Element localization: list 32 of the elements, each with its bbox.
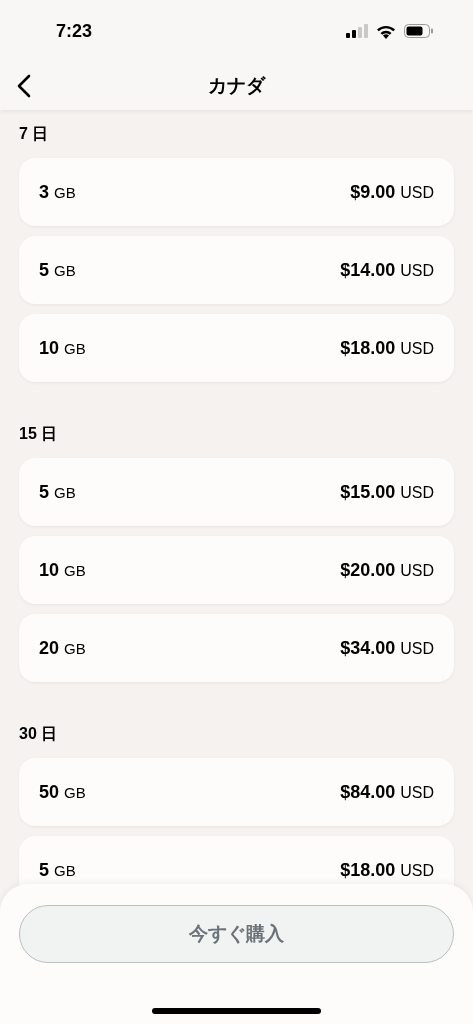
plan-price: $15.00 USD: [340, 480, 434, 504]
data-amount: 20 GB: [39, 636, 86, 660]
back-icon: [17, 74, 31, 98]
duration-label: 15 日: [19, 424, 59, 444]
battery-icon: [404, 24, 433, 38]
data-amount: 10 GB: [39, 558, 86, 582]
plan-price: $84.00 USD: [340, 780, 434, 804]
plan-card[interactable]: 20 GB $34.00 USD: [19, 614, 454, 682]
plan-card[interactable]: 3 GB $9.00 USD: [19, 158, 454, 226]
data-amount: 50 GB: [39, 780, 86, 804]
page-title: カナダ: [208, 73, 265, 98]
plan-price: $18.00 USD: [340, 858, 434, 882]
data-amount: 3 GB: [39, 180, 76, 204]
plan-card[interactable]: 10 GB $18.00 USD: [19, 314, 454, 382]
data-amount: 5 GB: [39, 480, 76, 504]
plan-card[interactable]: 5 GB $14.00 USD: [19, 236, 454, 304]
data-amount: 5 GB: [39, 858, 76, 882]
plan-card[interactable]: 5 GB $15.00 USD: [19, 458, 454, 526]
duration-label: 7 日: [19, 124, 50, 144]
plan-card[interactable]: 50 GB $84.00 USD: [19, 758, 454, 826]
duration-label: 30 日: [19, 724, 59, 744]
data-amount: 5 GB: [39, 258, 76, 282]
plan-price: $34.00 USD: [340, 636, 434, 660]
plan-card[interactable]: 10 GB $20.00 USD: [19, 536, 454, 604]
plan-price: $14.00 USD: [340, 258, 434, 282]
wifi-icon: [376, 23, 396, 39]
plan-price: $9.00 USD: [350, 180, 434, 204]
plan-price: $20.00 USD: [340, 558, 434, 582]
data-amount: 10 GB: [39, 336, 86, 360]
plan-price: $18.00 USD: [340, 336, 434, 360]
status-time: 7:23: [56, 19, 93, 43]
signal-icon: [346, 24, 368, 38]
